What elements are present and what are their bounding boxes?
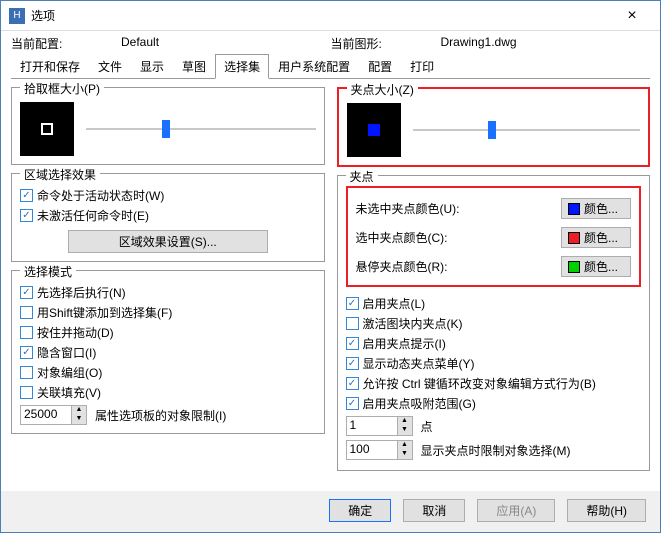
grip-title: 夹点 <box>346 168 378 185</box>
hover-grip-color-button[interactable]: 颜色... <box>561 256 631 277</box>
pickbox-size-slider[interactable] <box>86 120 316 138</box>
chk-dyn-grip-menu[interactable] <box>346 357 359 370</box>
tab-selection[interactable]: 选择集 <box>215 54 269 79</box>
chk-grip-tips[interactable] <box>346 337 359 350</box>
prop-limit-input[interactable]: 25000 ▲▼ <box>20 405 87 425</box>
chk-grip-snap-range[interactable] <box>346 397 359 410</box>
chk-no-cmd[interactable] <box>20 209 33 222</box>
grip-point-input[interactable]: 1 ▲▼ <box>346 416 413 436</box>
pickbox-preview <box>20 102 74 156</box>
chk-shift-add[interactable] <box>20 306 33 319</box>
cancel-button[interactable]: 取消 <box>403 499 465 522</box>
pickbox-size-group: 拾取框大小(P) <box>11 87 325 165</box>
area-select-title: 区域选择效果 <box>20 166 100 183</box>
unsel-grip-color-label: 未选中夹点颜色(U): <box>356 200 554 217</box>
spin-up-icon[interactable]: ▲ <box>398 441 412 450</box>
grip-size-group: 夹点大小(Z) <box>337 87 651 167</box>
current-config-value: Default <box>121 35 331 52</box>
spin-down-icon[interactable]: ▼ <box>398 426 412 435</box>
chk-grips-in-block[interactable] <box>346 317 359 330</box>
grip-limit-label: 显示夹点时限制对象选择(M) <box>421 442 571 459</box>
pickbox-size-title: 拾取框大小(P) <box>20 80 104 97</box>
chk-pre-exec[interactable] <box>20 286 33 299</box>
tab-display[interactable]: 显示 <box>131 54 173 79</box>
spin-up-icon[interactable]: ▲ <box>72 406 86 415</box>
chk-no-cmd-label: 未激活任何命令时(E) <box>37 207 149 224</box>
chk-enable-grips[interactable] <box>346 297 359 310</box>
select-mode-group: 选择模式 先选择后执行(N) 用Shift键添加到选择集(F) 按住并拖动(D)… <box>11 270 325 434</box>
tab-files[interactable]: 文件 <box>89 54 131 79</box>
tab-open-save[interactable]: 打开和保存 <box>11 54 89 79</box>
chk-press-drag[interactable] <box>20 326 33 339</box>
app-icon: H <box>9 8 25 24</box>
select-mode-title: 选择模式 <box>20 263 76 280</box>
chk-implied-win[interactable] <box>20 346 33 359</box>
current-drawing-value: Drawing1.dwg <box>441 35 651 52</box>
slider-thumb[interactable] <box>162 120 170 138</box>
chk-cmd-active-label: 命令处于活动状态时(W) <box>37 187 164 204</box>
grip-group: 夹点 未选中夹点颜色(U): 颜色... 选中夹点颜色(C): 颜色... 悬停… <box>337 175 651 471</box>
unsel-grip-color-button[interactable]: 颜色... <box>561 198 631 219</box>
tab-profiles[interactable]: 配置 <box>359 54 401 79</box>
current-drawing-label: 当前图形: <box>331 35 441 52</box>
window-title: 选项 <box>31 7 612 24</box>
ok-button[interactable]: 确定 <box>329 499 391 522</box>
grip-preview <box>347 103 401 157</box>
area-select-group: 区域选择效果 命令处于活动状态时(W) 未激活任何命令时(E) 区域效果设置(S… <box>11 173 325 262</box>
grip-size-slider[interactable] <box>413 121 641 139</box>
chk-obj-group[interactable] <box>20 366 33 379</box>
chk-cmd-active[interactable] <box>20 189 33 202</box>
spin-down-icon[interactable]: ▼ <box>72 415 86 424</box>
tab-draft[interactable]: 草图 <box>173 54 215 79</box>
sel-grip-color-button[interactable]: 颜色... <box>561 227 631 248</box>
spin-up-icon[interactable]: ▲ <box>398 417 412 426</box>
grip-limit-input[interactable]: 100 ▲▼ <box>346 440 413 460</box>
apply-button[interactable]: 应用(A) <box>477 499 555 522</box>
prop-limit-label: 属性选项板的对象限制(I) <box>95 407 226 424</box>
close-icon[interactable]: × <box>612 7 652 25</box>
slider-thumb[interactable] <box>488 121 496 139</box>
chk-assoc-fill[interactable] <box>20 386 33 399</box>
help-button[interactable]: 帮助(H) <box>567 499 646 522</box>
tab-user-pref[interactable]: 用户系统配置 <box>269 54 359 79</box>
hover-grip-color-label: 悬停夹点颜色(R): <box>356 258 554 275</box>
grip-size-title: 夹点大小(Z) <box>347 81 418 98</box>
sel-grip-color-label: 选中夹点颜色(C): <box>356 229 554 246</box>
current-config-label: 当前配置: <box>11 35 121 52</box>
grip-point-label: 点 <box>421 418 433 435</box>
chk-ctrl-cycle[interactable] <box>346 377 359 390</box>
spin-down-icon[interactable]: ▼ <box>398 450 412 459</box>
area-settings-button[interactable]: 区域效果设置(S)... <box>68 230 268 253</box>
tab-print[interactable]: 打印 <box>401 54 443 79</box>
